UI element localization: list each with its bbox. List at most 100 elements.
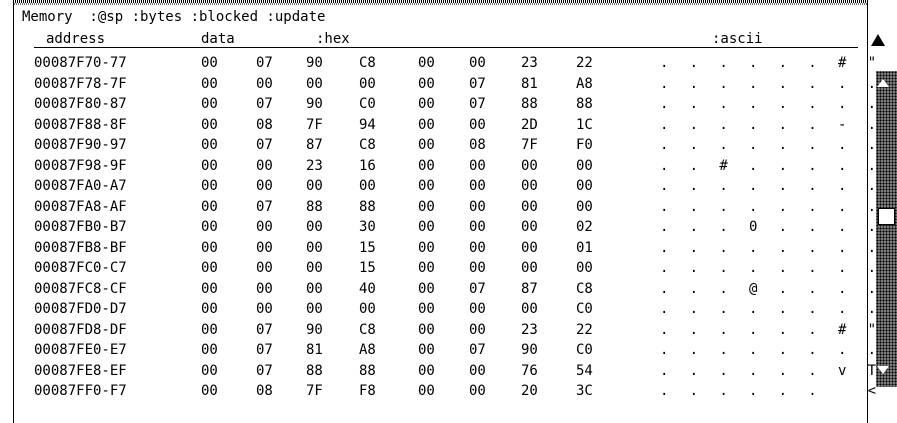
hex-byte-cell[interactable]: 23 bbox=[306, 156, 323, 176]
hex-byte-cell[interactable]: 90 bbox=[306, 320, 323, 340]
hex-byte-cell[interactable]: 88 bbox=[306, 197, 323, 217]
hex-byte-cell[interactable]: 00 bbox=[469, 53, 486, 73]
hex-byte-cell[interactable]: 00 bbox=[256, 156, 273, 176]
hex-byte-cell[interactable]: 00 bbox=[521, 258, 538, 278]
hex-byte-cell[interactable]: 00 bbox=[576, 176, 593, 196]
hex-byte-cell[interactable]: 00 bbox=[418, 299, 435, 319]
hex-byte-cell[interactable]: 00 bbox=[201, 258, 218, 278]
scroll-to-top-icon[interactable] bbox=[877, 79, 889, 87]
hex-byte-cell[interactable]: 00 bbox=[201, 238, 218, 258]
hex-byte-cell[interactable]: 00 bbox=[418, 74, 435, 94]
hex-byte-cell[interactable]: 88 bbox=[359, 197, 376, 217]
hex-byte-cell[interactable]: 00 bbox=[469, 115, 486, 135]
hex-byte-cell[interactable]: 87 bbox=[521, 279, 538, 299]
hex-byte-cell[interactable]: 00 bbox=[201, 299, 218, 319]
hex-byte-cell[interactable]: 00 bbox=[418, 258, 435, 278]
hex-byte-cell[interactable]: 00 bbox=[418, 156, 435, 176]
hex-byte-cell[interactable]: C8 bbox=[359, 135, 376, 155]
hex-byte-cell[interactable]: 07 bbox=[256, 94, 273, 114]
hex-byte-cell[interactable]: 00 bbox=[201, 217, 218, 237]
hex-byte-cell[interactable]: 00 bbox=[359, 74, 376, 94]
hex-byte-cell[interactable]: F0 bbox=[576, 135, 593, 155]
hex-byte-cell[interactable]: 1C bbox=[576, 115, 593, 135]
hex-byte-cell[interactable]: 00 bbox=[469, 197, 486, 217]
hex-byte-cell[interactable]: 00 bbox=[306, 299, 323, 319]
hex-byte-cell[interactable]: 81 bbox=[306, 340, 323, 360]
hex-byte-cell[interactable]: 54 bbox=[576, 361, 593, 381]
hex-byte-cell[interactable]: 00 bbox=[418, 53, 435, 73]
memory-row[interactable]: 00087F88-8F 00 08 7F 94 00 00 2D 1C. . . . . . -… bbox=[0, 115, 876, 136]
hex-byte-cell[interactable]: 00 bbox=[418, 197, 435, 217]
hex-byte-cell[interactable]: C8 bbox=[359, 320, 376, 340]
hex-byte-cell[interactable]: 00 bbox=[418, 320, 435, 340]
hex-byte-cell[interactable]: 00 bbox=[201, 340, 218, 360]
hex-byte-cell[interactable]: 07 bbox=[469, 94, 486, 114]
hex-byte-cell[interactable]: 00 bbox=[256, 299, 273, 319]
hex-byte-cell[interactable]: 00 bbox=[201, 156, 218, 176]
memory-row[interactable]: 00087FC0-C7 00 00 00 15 00 00 00 00. . . . . . .… bbox=[0, 258, 876, 279]
hex-byte-cell[interactable]: 00 bbox=[469, 238, 486, 258]
hex-byte-cell[interactable]: 00 bbox=[201, 94, 218, 114]
scroll-to-bottom-icon[interactable] bbox=[877, 366, 889, 374]
hex-byte-cell[interactable]: 00 bbox=[306, 217, 323, 237]
hex-byte-cell[interactable]: 00 bbox=[201, 176, 218, 196]
hex-byte-cell[interactable]: 00 bbox=[521, 299, 538, 319]
scrollbar-thumb[interactable] bbox=[878, 208, 895, 225]
hex-byte-cell[interactable]: 00 bbox=[469, 217, 486, 237]
hex-byte-cell[interactable]: 87 bbox=[306, 135, 323, 155]
hex-byte-cell[interactable]: 00 bbox=[256, 176, 273, 196]
hex-byte-cell[interactable]: 7F bbox=[306, 381, 323, 401]
memory-row[interactable]: 00087F78-7F 00 00 00 00 00 07 81 A8. . . . . . .… bbox=[0, 74, 876, 95]
hex-byte-cell[interactable]: C8 bbox=[359, 53, 376, 73]
hex-byte-cell[interactable]: 76 bbox=[521, 361, 538, 381]
hex-byte-cell[interactable]: 00 bbox=[306, 258, 323, 278]
hex-byte-cell[interactable]: 40 bbox=[359, 279, 376, 299]
hex-byte-cell[interactable]: 00 bbox=[201, 361, 218, 381]
hex-byte-cell[interactable]: 00 bbox=[469, 156, 486, 176]
hex-byte-cell[interactable]: 00 bbox=[201, 197, 218, 217]
hex-byte-cell[interactable]: 16 bbox=[359, 156, 376, 176]
hex-byte-cell[interactable]: 7F bbox=[306, 115, 323, 135]
hex-byte-cell[interactable]: 00 bbox=[306, 74, 323, 94]
hex-byte-cell[interactable]: 00 bbox=[201, 74, 218, 94]
hex-byte-cell[interactable]: 15 bbox=[359, 238, 376, 258]
hex-byte-cell[interactable]: 07 bbox=[256, 53, 273, 73]
hex-byte-cell[interactable]: 00 bbox=[576, 258, 593, 278]
hex-byte-cell[interactable]: 00 bbox=[256, 217, 273, 237]
hex-byte-cell[interactable]: 00 bbox=[306, 176, 323, 196]
memory-row[interactable]: 00087F70-77 00 07 90 C8 00 00 23 22. . . . . . #… bbox=[0, 53, 876, 74]
hex-byte-cell[interactable]: 23 bbox=[521, 53, 538, 73]
column-header-hex[interactable]: :hex bbox=[316, 31, 350, 47]
hex-byte-cell[interactable]: 22 bbox=[576, 320, 593, 340]
hex-byte-cell[interactable]: 00 bbox=[359, 176, 376, 196]
hex-byte-cell[interactable]: 07 bbox=[469, 279, 486, 299]
hex-byte-cell[interactable]: 07 bbox=[256, 340, 273, 360]
hex-byte-cell[interactable]: 90 bbox=[306, 53, 323, 73]
hex-byte-cell[interactable]: 00 bbox=[306, 238, 323, 258]
hex-byte-cell[interactable]: 00 bbox=[418, 238, 435, 258]
hex-byte-cell[interactable]: 00 bbox=[201, 279, 218, 299]
hex-byte-cell[interactable]: 00 bbox=[469, 258, 486, 278]
hex-byte-cell[interactable]: 00 bbox=[256, 279, 273, 299]
hex-byte-cell[interactable]: F8 bbox=[359, 381, 376, 401]
hex-byte-cell[interactable]: 07 bbox=[469, 74, 486, 94]
hex-byte-cell[interactable]: 00 bbox=[201, 115, 218, 135]
hex-byte-cell[interactable]: 94 bbox=[359, 115, 376, 135]
column-header-ascii[interactable]: :ascii bbox=[712, 31, 763, 47]
hex-byte-cell[interactable]: 00 bbox=[418, 176, 435, 196]
hex-byte-cell[interactable]: 00 bbox=[201, 135, 218, 155]
memory-row[interactable]: 00087F98-9F 00 00 23 16 00 00 00 00. . # . . . .… bbox=[0, 156, 876, 177]
memory-row[interactable]: 00087FB8-BF 00 00 00 15 00 00 00 01. . . . . . .… bbox=[0, 238, 876, 259]
hex-byte-cell[interactable]: 3C bbox=[576, 381, 593, 401]
hex-byte-cell[interactable]: 00 bbox=[576, 156, 593, 176]
hex-byte-cell[interactable]: A8 bbox=[359, 340, 376, 360]
hex-byte-cell[interactable]: 01 bbox=[576, 238, 593, 258]
hex-byte-cell[interactable]: 00 bbox=[418, 135, 435, 155]
hex-byte-cell[interactable]: 00 bbox=[201, 381, 218, 401]
hex-byte-cell[interactable]: 00 bbox=[576, 197, 593, 217]
memory-row[interactable]: 00087FF0-F7 00 08 7F F8 00 00 20 3C. . . . . . < bbox=[0, 381, 876, 402]
hex-byte-cell[interactable]: 88 bbox=[359, 361, 376, 381]
memory-row[interactable]: 00087FC8-CF 00 00 00 40 00 07 87 C8. . . @ . . .… bbox=[0, 279, 876, 300]
hex-byte-cell[interactable]: 00 bbox=[201, 53, 218, 73]
hex-byte-cell[interactable]: 00 bbox=[256, 74, 273, 94]
